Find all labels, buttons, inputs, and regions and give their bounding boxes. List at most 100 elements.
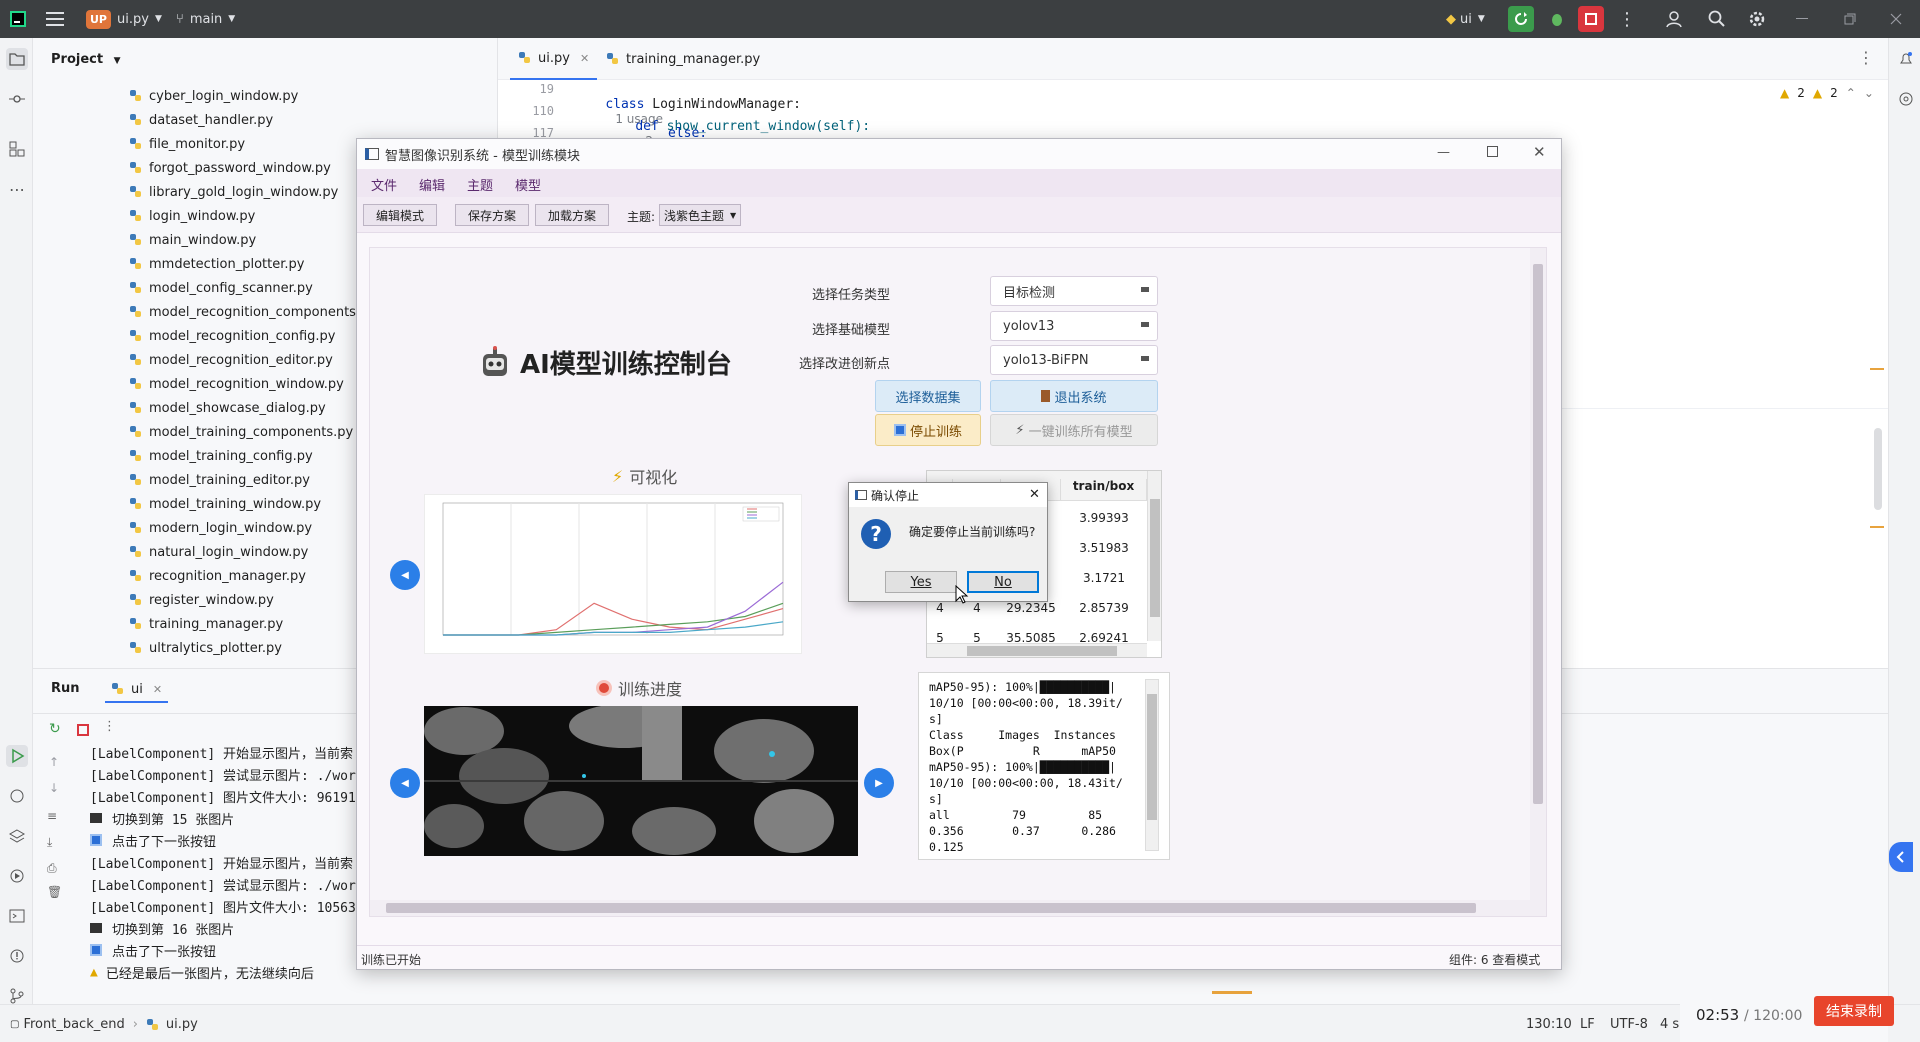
file-tree-item[interactable]: file_monitor.py	[129, 132, 245, 156]
tab-options-icon[interactable]: ⋮	[1858, 48, 1874, 67]
soft-wrap-icon[interactable]: ≡	[47, 809, 57, 823]
file-tree-item[interactable]: register_window.py	[129, 588, 274, 612]
more-tools-icon[interactable]: ⋯	[6, 178, 28, 200]
base-model-combo[interactable]: yolov13	[990, 311, 1158, 341]
layers-icon[interactable]	[6, 825, 28, 847]
task-type-combo[interactable]: 目标检测	[990, 276, 1158, 306]
branch-switcher[interactable]: ⑂ main ▼	[176, 0, 235, 38]
training-sample-image[interactable]	[424, 706, 858, 856]
table-vscroll-thumb[interactable]	[1150, 499, 1160, 617]
file-tree-item[interactable]: model_showcase_dialog.py	[129, 396, 326, 420]
file-tree-item[interactable]: training_manager.py	[129, 612, 283, 636]
file-tree-item[interactable]: model_recognition_editor.py	[129, 348, 333, 372]
search-icon[interactable]	[1708, 0, 1726, 38]
add-user-icon[interactable]	[1666, 0, 1684, 38]
restore-icon[interactable]	[1844, 0, 1856, 38]
collapse-panel-button[interactable]	[1889, 842, 1913, 872]
file-tree-item[interactable]: library_gold_login_window.py	[129, 180, 338, 204]
file-tree-item[interactable]: model_training_components.py	[129, 420, 353, 444]
file-tree-item[interactable]: natural_login_window.py	[129, 540, 308, 564]
file-tree-item[interactable]: login_window.py	[129, 204, 255, 228]
close-icon[interactable]: ✕	[153, 683, 162, 696]
chart-prev-button[interactable]: ◀	[390, 560, 420, 590]
maximize-icon[interactable]	[1487, 146, 1498, 157]
save-scheme-button[interactable]: 保存方案	[455, 204, 530, 226]
project-tool-icon[interactable]	[6, 48, 28, 70]
file-tree-item[interactable]: model_training_editor.py	[129, 468, 310, 492]
file-tree-item[interactable]: model_training_window.py	[129, 492, 321, 516]
trash-icon[interactable]: 🗑	[47, 885, 62, 899]
run-tab-ui[interactable]: ui ✕	[105, 677, 169, 703]
table-hscroll[interactable]	[927, 643, 1147, 657]
table-vscroll[interactable]	[1147, 471, 1161, 641]
file-tree-item[interactable]: forgot_password_window.py	[129, 156, 331, 180]
terminal-icon[interactable]	[6, 905, 28, 927]
canvas-vscroll[interactable]	[1530, 248, 1546, 916]
file-tree-item[interactable]: model_recognition_config.py	[129, 324, 336, 348]
table-hscroll-thumb[interactable]	[967, 646, 1117, 656]
select-dataset-button[interactable]: 选择数据集	[875, 380, 981, 412]
print-icon[interactable]: ⎙	[47, 861, 57, 876]
indent-setting[interactable]: 4 s	[1660, 1017, 1679, 1032]
canvas-hscroll[interactable]	[370, 900, 1530, 916]
inspection-widget[interactable]: ▲ 2 ▲ 2 ⌃ ⌄	[1780, 86, 1874, 100]
file-tree-item[interactable]: modern_login_window.py	[129, 516, 312, 540]
close-icon[interactable]: ✕	[1533, 143, 1546, 161]
python-console-icon[interactable]	[6, 785, 28, 807]
menu-model[interactable]: 模型	[515, 175, 541, 194]
tab-ui-py[interactable]: ui.py ✕	[510, 38, 598, 80]
more-actions-icon[interactable]: ⋮	[1618, 0, 1636, 38]
close-icon[interactable]: ✕	[580, 52, 589, 65]
close-icon[interactable]	[1890, 0, 1902, 38]
ide-logo-icon[interactable]	[8, 0, 28, 38]
scroll-down-icon[interactable]: ↓	[49, 781, 59, 795]
commit-tool-icon[interactable]	[6, 88, 28, 110]
stop-icon[interactable]	[77, 724, 89, 736]
caret-position[interactable]: 130:10	[1526, 1017, 1572, 1032]
hamburger-menu-icon[interactable]	[46, 0, 64, 38]
editor-scrollbar[interactable]	[1874, 428, 1882, 510]
theme-select[interactable]: 浅紫色主题 ▼	[659, 204, 742, 226]
canvas-vscroll-thumb[interactable]	[1533, 264, 1543, 804]
rerun-button[interactable]	[1508, 6, 1534, 32]
image-prev-button[interactable]: ◀	[390, 768, 420, 798]
rerun-icon[interactable]: ↻	[49, 721, 61, 737]
chevron-down-icon[interactable]: ⌄	[1864, 86, 1874, 100]
table-header-cell[interactable]: train/box	[1061, 479, 1147, 501]
menu-edit[interactable]: 编辑	[419, 175, 445, 194]
more-icon[interactable]: ⋮	[103, 719, 116, 734]
train-all-button[interactable]: ⚡ 一键训练所有模型	[990, 414, 1158, 446]
problems-icon[interactable]	[6, 945, 28, 967]
canvas-hscroll-thumb[interactable]	[386, 903, 1476, 913]
file-tree-item[interactable]: cyber_login_window.py	[129, 84, 298, 108]
file-tree-item[interactable]: model_recognition_window.py	[129, 372, 344, 396]
gear-icon[interactable]	[1748, 0, 1766, 38]
breadcrumb[interactable]: ▢ Front_back_end › ui.py	[10, 1017, 198, 1032]
file-tree-item[interactable]: dataset_handler.py	[129, 108, 273, 132]
exit-system-button[interactable]: 退出系统	[990, 380, 1158, 412]
file-tree-item[interactable]: recognition_manager.py	[129, 564, 306, 588]
file-tree-item[interactable]: ultralytics_plotter.py	[129, 636, 282, 660]
improvement-combo[interactable]: yolo13-BiFPN	[990, 345, 1158, 375]
menu-file[interactable]: 文件	[371, 175, 397, 194]
run-config-selector[interactable]: ◆ ui ▼	[1446, 0, 1485, 38]
chevron-up-icon[interactable]: ⌃	[1846, 86, 1856, 100]
project-panel-title[interactable]: Project ▼	[51, 52, 121, 67]
stop-training-button[interactable]: 停止训练	[875, 414, 981, 446]
file-encoding[interactable]: UTF-8	[1610, 1017, 1648, 1032]
no-button[interactable]: No	[967, 571, 1039, 593]
debug-icon[interactable]	[1544, 6, 1570, 32]
ai-assistant-icon[interactable]	[1895, 88, 1917, 110]
breadcrumb-root[interactable]: Front_back_end	[23, 1017, 124, 1032]
image-next-button[interactable]: ▶	[864, 768, 894, 798]
file-tree-item[interactable]: model_config_scanner.py	[129, 276, 313, 300]
file-tree-item[interactable]: model_recognition_components.py	[129, 300, 376, 324]
file-tree-item[interactable]: main_window.py	[129, 228, 256, 252]
menu-theme[interactable]: 主题	[467, 175, 493, 194]
load-scheme-button[interactable]: 加载方案	[535, 204, 610, 226]
stop-button[interactable]	[1578, 6, 1604, 32]
run-tool-icon[interactable]	[6, 745, 28, 767]
breadcrumb-file[interactable]: ui.py	[166, 1017, 198, 1032]
stop-recording-button[interactable]: 结束录制	[1814, 996, 1894, 1026]
structure-tool-icon[interactable]	[6, 138, 28, 160]
